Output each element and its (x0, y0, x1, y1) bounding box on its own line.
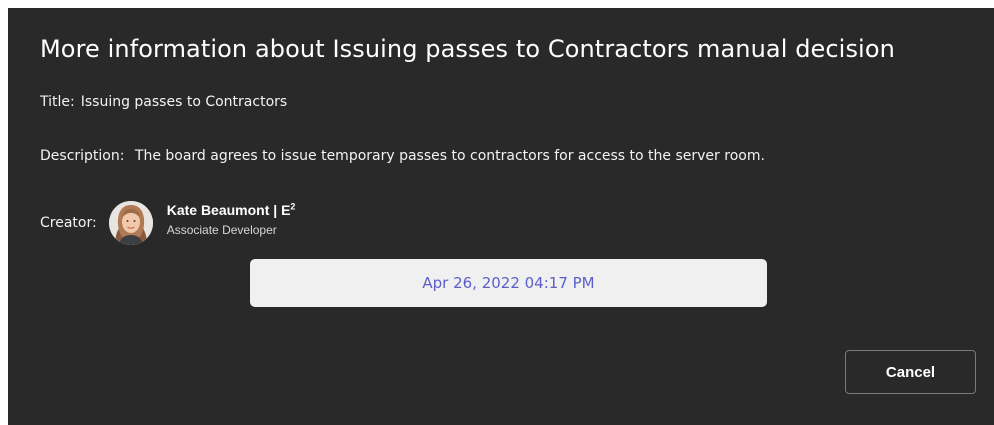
description-label: Description: (40, 148, 125, 164)
creator-name-superscript: 2 (290, 201, 296, 212)
creator-label: Creator: (40, 215, 97, 231)
creator-name-text: Kate Beaumont | E (166, 202, 291, 218)
description-value: The board agrees to issue temporary pass… (134, 148, 765, 164)
user-avatar-icon (108, 201, 153, 245)
description-row: Description: The board agrees to issue t… (40, 146, 765, 166)
date-button[interactable]: Apr 26, 2022 04:17 PM (250, 259, 767, 307)
creator-name: Kate Beaumont | E2 (167, 201, 296, 219)
info-dialog: More information about Issuing passes to… (8, 8, 994, 425)
avatar (108, 201, 153, 245)
creator-role: Associate Developer (166, 223, 277, 237)
title-row: Title: Issuing passes to Contractors (40, 92, 287, 112)
cancel-button[interactable]: Cancel (845, 350, 976, 394)
creator-details: Kate Beaumont | E2 Associate Developer (167, 201, 296, 239)
creator-row: Creator: Kate Beaumont | E2 Associate De… (40, 198, 295, 248)
dialog-title: More information about Issuing passes to… (40, 35, 895, 63)
title-value: Issuing passes to Contractors (80, 94, 288, 110)
title-label: Title: (40, 94, 75, 110)
